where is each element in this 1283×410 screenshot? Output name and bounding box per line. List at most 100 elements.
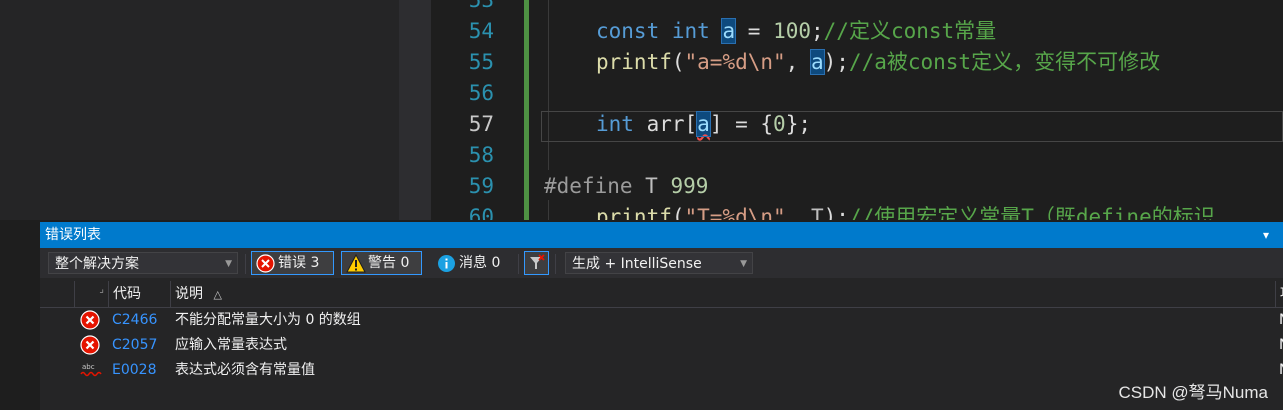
code-token: a xyxy=(809,49,825,75)
code-token: T xyxy=(810,205,824,220)
chevron-down-icon: ▼ xyxy=(225,259,232,269)
code-token: 0 xyxy=(773,112,786,136)
code-editor[interactable]: 53 54 const int a = 100;//定义const常量 55 print… xyxy=(431,0,1283,220)
info-icon xyxy=(437,254,456,280)
messages-filter-button[interactable]: 消息 0 xyxy=(432,251,512,275)
code-line[interactable]: 56 xyxy=(431,78,1283,109)
code-token: const xyxy=(596,19,660,43)
code-token: ); xyxy=(823,50,849,74)
line-number: 56 xyxy=(468,81,494,105)
code-token: ( xyxy=(671,205,685,220)
line-number: 60 xyxy=(468,205,494,220)
code-token: #define xyxy=(544,174,633,198)
source-dropdown[interactable]: 生成 + IntelliSense ▼ xyxy=(565,252,753,274)
code-line[interactable]: 60 printf("T=%d\n", T);//使用宏定义常量T（既define… xyxy=(431,202,1283,220)
pin-icon: ⌟ xyxy=(99,284,104,295)
code-line[interactable]: 54 const int a = 100;//定义const常量 xyxy=(431,16,1283,47)
code-token: //定义const常量 xyxy=(823,19,997,43)
editor-margin xyxy=(399,0,431,220)
code-token: ); xyxy=(823,205,849,220)
error-list-toolbar: 整个解决方案 ▼ 错误 3 警告 0 消息 0 生成 + IntelliSens… xyxy=(40,248,1283,278)
code-line[interactable]: 57 int arr[a] = {0}; xyxy=(431,109,1283,140)
code-line[interactable]: 53 xyxy=(431,0,1283,16)
code-line[interactable]: 58 xyxy=(431,140,1283,171)
solution-explorer-panel xyxy=(0,0,399,220)
error-row[interactable]: C2057 应输入常量表达式 N xyxy=(40,333,1283,358)
error-list-panel: 错误列表 ▾ 整个解决方案 ▼ 错误 3 警告 0 消息 0 生成 + Inte… xyxy=(40,222,1283,410)
svg-text:abc: abc xyxy=(82,363,95,371)
error-project: N xyxy=(1279,333,1283,358)
source-value: 生成 + IntelliSense xyxy=(572,256,702,272)
code-token: arr[ xyxy=(646,112,698,136)
chevron-down-icon: ▼ xyxy=(740,259,747,269)
code-token: }; xyxy=(785,112,811,136)
toolbar-separator xyxy=(555,254,556,274)
code-token: , xyxy=(785,50,811,74)
warning-icon xyxy=(346,253,366,280)
code-text: #define T 999 xyxy=(544,171,708,202)
column-header-description[interactable]: 说明 △ xyxy=(170,281,1275,307)
code-text: int arr[a] = {0}; xyxy=(596,109,811,140)
code-token: a xyxy=(696,111,711,137)
messages-count-label: 消息 0 xyxy=(459,255,501,271)
code-token: printf xyxy=(596,205,672,220)
code-text: printf("a=%d\n", a);//a被const定义，变得不可修改 xyxy=(596,47,1160,78)
column-header-project[interactable]: 项 xyxy=(1275,281,1283,307)
code-token: "a=%d\n" xyxy=(684,50,786,74)
sort-ascending-icon: △ xyxy=(213,288,222,301)
column-header-code[interactable]: 代码 xyxy=(108,281,170,307)
error-list-header: ⌟ 代码 说明 △ 项 xyxy=(40,281,1283,308)
warnings-count-label: 警告 0 xyxy=(368,255,410,271)
code-token: int xyxy=(671,19,710,43)
filter-build-button[interactable] xyxy=(524,251,549,275)
code-token: int xyxy=(596,112,634,136)
error-list-title: 错误列表 xyxy=(45,227,101,243)
column-description-label: 说明 xyxy=(175,286,203,302)
error-code-link[interactable]: E0028 xyxy=(112,358,156,383)
errors-count-label: 错误 3 xyxy=(278,255,320,271)
error-icon xyxy=(256,254,275,280)
line-number: 57 xyxy=(468,112,494,136)
line-number: 58 xyxy=(468,143,494,167)
code-token: , xyxy=(785,205,811,220)
code-token: 999 xyxy=(670,174,709,198)
code-text: const int a = 100;//定义const常量 xyxy=(596,16,996,47)
code-token: ( xyxy=(671,50,685,74)
error-project: N xyxy=(1279,308,1283,333)
code-token: T xyxy=(645,174,658,198)
code-line[interactable]: 55 printf("a=%d\n", a);//a被const定义，变得不可修改 xyxy=(431,47,1283,78)
error-description: 表达式必须含有常量值 xyxy=(175,362,315,378)
intellisense-error-icon: abc xyxy=(80,360,102,389)
column-code-label: 代码 xyxy=(113,286,141,302)
code-line[interactable]: 59 #define T 999 xyxy=(431,171,1283,202)
code-token: = xyxy=(735,19,774,43)
line-number: 54 xyxy=(468,19,494,43)
warnings-filter-button[interactable]: 警告 0 xyxy=(341,251,422,275)
error-row[interactable]: abc E0028 表达式必须含有常量值 N xyxy=(40,358,1283,383)
error-description: 应输入常量表达式 xyxy=(175,337,287,353)
error-list-title-bar[interactable]: 错误列表 ▾ xyxy=(40,222,1283,248)
code-token: "T=%d\n" xyxy=(684,205,786,220)
scope-value: 整个解决方案 xyxy=(55,256,139,272)
code-token: 100 xyxy=(773,19,811,43)
error-code-link[interactable]: C2057 xyxy=(112,333,157,358)
line-number: 59 xyxy=(468,174,494,198)
code-token: ] = { xyxy=(709,112,774,136)
code-token: a xyxy=(721,18,737,44)
errors-filter-button[interactable]: 错误 3 xyxy=(251,251,334,275)
watermark: CSDN @弩马Numa xyxy=(1118,383,1269,402)
chevron-down-icon[interactable]: ▾ xyxy=(1263,222,1269,248)
column-header-severity[interactable]: ⌟ xyxy=(74,281,108,307)
toolbar-separator xyxy=(518,254,519,274)
code-token: //a被const定义，变得不可修改 xyxy=(848,50,1161,74)
error-description: 不能分配常量大小为 0 的数组 xyxy=(175,312,361,328)
error-code-link[interactable]: C2466 xyxy=(112,308,157,333)
code-text: printf("T=%d\n", T);//使用宏定义常量T（既define的标… xyxy=(596,202,1215,220)
error-row[interactable]: C2466 不能分配常量大小为 0 的数组 N xyxy=(40,308,1283,333)
toolbar-separator xyxy=(245,254,246,274)
scope-dropdown[interactable]: 整个解决方案 ▼ xyxy=(48,252,238,274)
code-token: printf xyxy=(596,50,672,74)
